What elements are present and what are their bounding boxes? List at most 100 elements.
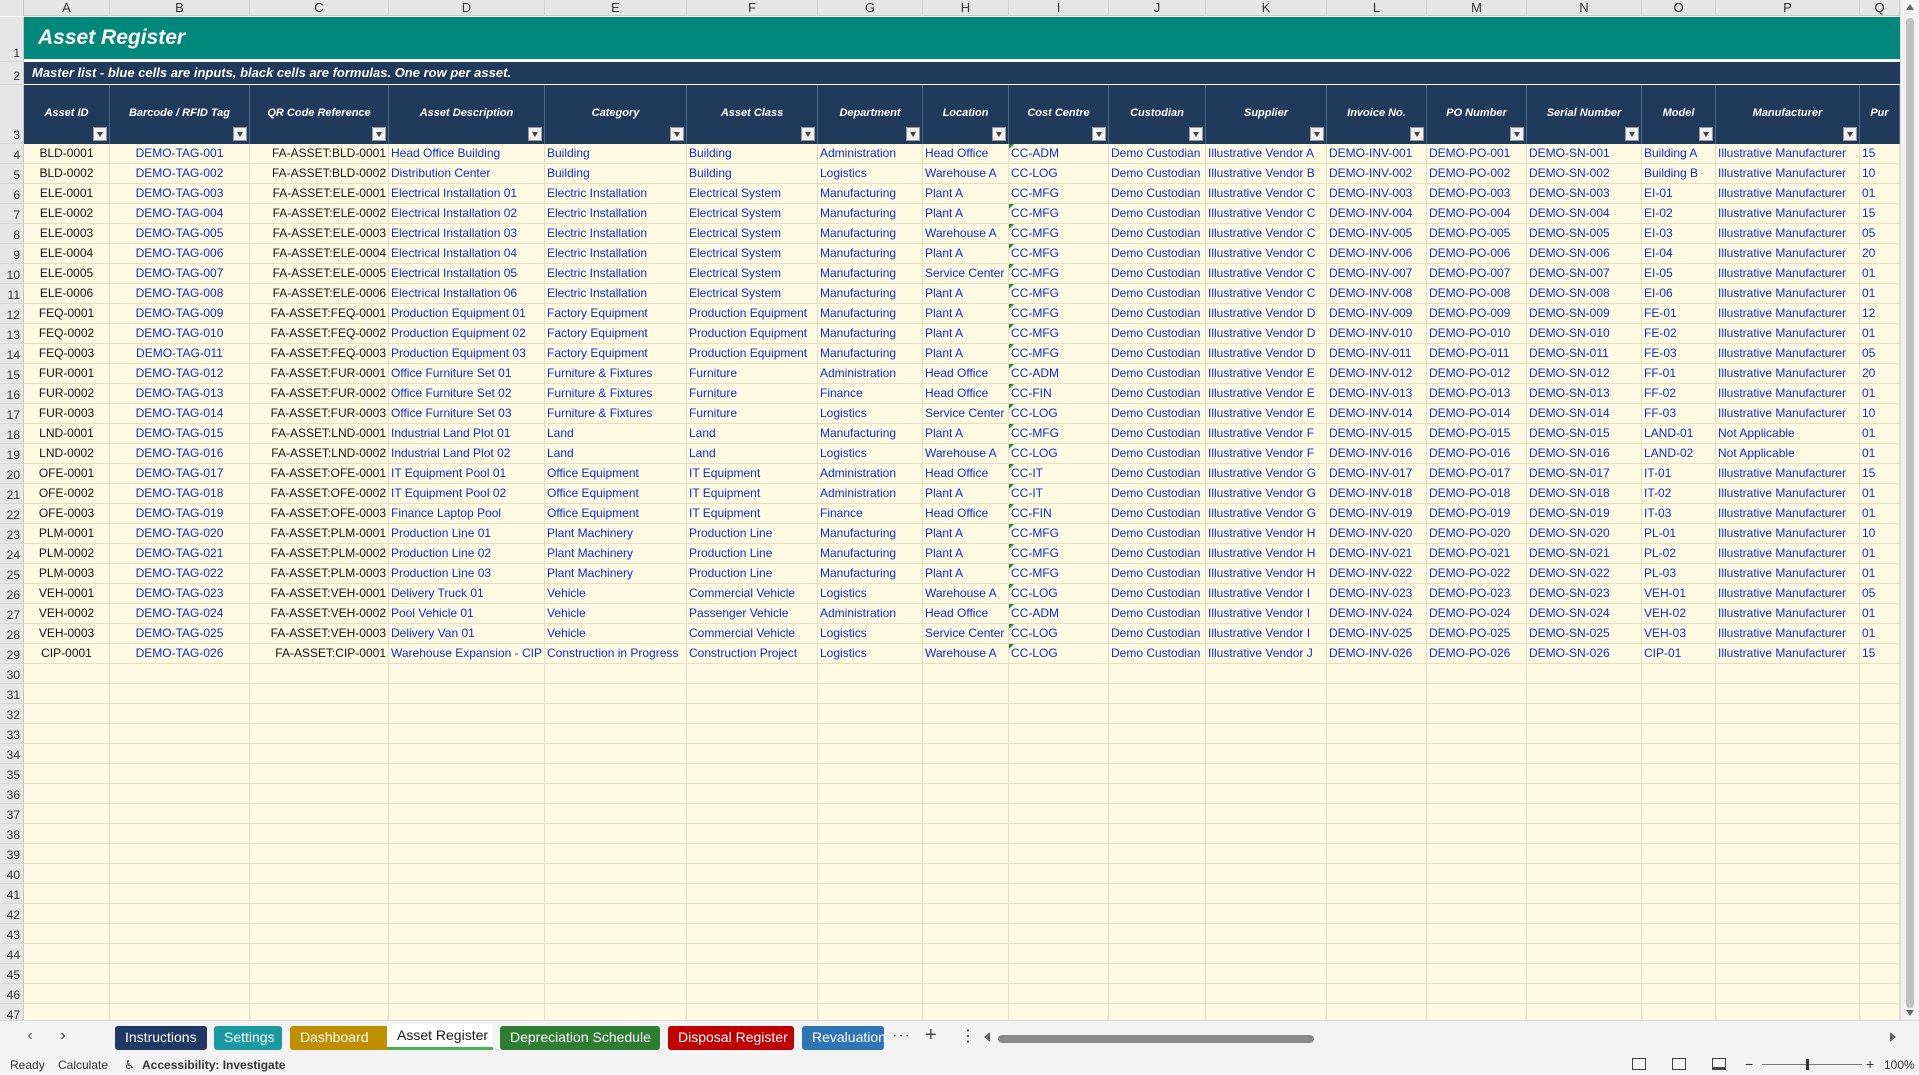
table-cell[interactable]: FA-ASSET:PLM-0003 (250, 564, 389, 584)
table-cell[interactable]: Plant A (923, 484, 1009, 504)
table-cell[interactable]: Illustrative Manufacturer (1716, 564, 1860, 584)
table-cell[interactable]: EI-04 (1642, 244, 1716, 264)
empty-cell[interactable] (389, 964, 545, 984)
column-header-e[interactable]: E (545, 0, 687, 16)
empty-cell[interactable] (389, 724, 545, 744)
table-cell[interactable]: Furniture & Fixtures (545, 384, 687, 404)
table-cell[interactable]: 01 (1860, 264, 1900, 284)
row-header[interactable]: 23 (0, 524, 24, 544)
table-cell[interactable]: Illustrative Vendor F (1206, 424, 1327, 444)
empty-cell[interactable] (1327, 984, 1427, 1004)
table-cell[interactable]: DEMO-SN-004 (1527, 204, 1642, 224)
table-cell[interactable]: Illustrative Manufacturer (1716, 604, 1860, 624)
filter-dropdown-icon[interactable] (1189, 127, 1203, 141)
table-cell[interactable]: VEH-01 (1642, 584, 1716, 604)
table-cell[interactable]: CC-FIN (1009, 384, 1109, 404)
table-cell[interactable]: DEMO-TAG-012 (110, 364, 250, 384)
table-cell[interactable]: Head Office (923, 364, 1009, 384)
empty-cell[interactable] (24, 924, 110, 944)
empty-cell[interactable] (1327, 844, 1427, 864)
empty-cell[interactable] (687, 964, 818, 984)
empty-cell[interactable] (1860, 664, 1900, 684)
table-cell[interactable]: Office Equipment (545, 484, 687, 504)
table-cell[interactable]: FF-01 (1642, 364, 1716, 384)
table-cell[interactable]: Plant A (923, 424, 1009, 444)
empty-cell[interactable] (923, 744, 1009, 764)
row-header[interactable]: 29 (0, 644, 24, 664)
empty-cell[interactable] (250, 744, 389, 764)
table-cell[interactable]: DEMO-TAG-021 (110, 544, 250, 564)
empty-cell[interactable] (1642, 804, 1716, 824)
empty-cell[interactable] (1642, 964, 1716, 984)
empty-cell[interactable] (1527, 864, 1642, 884)
select-all-corner[interactable] (0, 0, 24, 16)
table-cell[interactable]: 01 (1860, 484, 1900, 504)
table-cell[interactable]: FUR-0002 (24, 384, 110, 404)
tab-asset-register[interactable]: Asset Register (387, 1024, 493, 1050)
table-cell[interactable]: FF-03 (1642, 404, 1716, 424)
table-cell[interactable]: Industrial Land Plot 01 (389, 424, 545, 444)
empty-cell[interactable] (818, 864, 923, 884)
empty-cell[interactable] (1206, 964, 1327, 984)
empty-cell[interactable] (818, 724, 923, 744)
tab-revaluation[interactable]: Revaluation (802, 1026, 886, 1050)
empty-cell[interactable] (1109, 784, 1206, 804)
empty-cell[interactable] (250, 784, 389, 804)
table-cell[interactable]: PL-03 (1642, 564, 1716, 584)
empty-cell[interactable] (1527, 684, 1642, 704)
empty-cell[interactable] (1427, 804, 1527, 824)
empty-cell[interactable] (1527, 704, 1642, 724)
table-cell[interactable]: DEMO-INV-005 (1327, 224, 1427, 244)
error-indicator-icon[interactable] (1009, 464, 1014, 469)
error-indicator-icon[interactable] (1009, 524, 1014, 529)
empty-cell[interactable] (1327, 824, 1427, 844)
table-cell[interactable]: 15 (1860, 644, 1900, 664)
column-header-cell[interactable]: QR Code Reference (250, 85, 389, 144)
empty-cell[interactable] (24, 964, 110, 984)
filter-dropdown-icon[interactable] (801, 127, 815, 141)
empty-cell[interactable] (1206, 824, 1327, 844)
table-cell[interactable]: Demo Custodian (1109, 244, 1206, 264)
table-cell[interactable]: Illustrative Vendor A (1206, 144, 1327, 164)
error-indicator-icon[interactable] (1009, 484, 1014, 489)
error-indicator-icon[interactable] (1009, 544, 1014, 549)
table-cell[interactable]: DEMO-SN-024 (1527, 604, 1642, 624)
empty-cell[interactable] (687, 804, 818, 824)
table-cell[interactable]: IT Equipment (687, 464, 818, 484)
empty-cell[interactable] (1527, 964, 1642, 984)
table-cell[interactable]: Illustrative Manufacturer (1716, 144, 1860, 164)
table-cell[interactable]: Plant A (923, 204, 1009, 224)
table-cell[interactable]: FA-ASSET:FUR-0001 (250, 364, 389, 384)
empty-cell[interactable] (545, 944, 687, 964)
table-cell[interactable]: Furniture & Fixtures (545, 404, 687, 424)
table-cell[interactable]: PLM-0001 (24, 524, 110, 544)
table-cell[interactable]: DEMO-SN-017 (1527, 464, 1642, 484)
table-cell[interactable]: 05 (1860, 584, 1900, 604)
table-cell[interactable]: Production Line 02 (389, 544, 545, 564)
table-cell[interactable]: DEMO-SN-007 (1527, 264, 1642, 284)
empty-cell[interactable] (1427, 944, 1527, 964)
empty-cell[interactable] (24, 904, 110, 924)
filter-dropdown-icon[interactable] (906, 127, 920, 141)
empty-cell[interactable] (24, 784, 110, 804)
empty-cell[interactable] (1206, 884, 1327, 904)
table-cell[interactable]: EI-01 (1642, 184, 1716, 204)
empty-cell[interactable] (110, 924, 250, 944)
empty-cell[interactable] (250, 924, 389, 944)
table-cell[interactable]: Illustrative Manufacturer (1716, 344, 1860, 364)
table-cell[interactable]: Electrical Installation 06 (389, 284, 545, 304)
table-cell[interactable]: FA-ASSET:ELE-0001 (250, 184, 389, 204)
table-cell[interactable]: Illustrative Vendor D (1206, 304, 1327, 324)
table-cell[interactable]: DEMO-TAG-013 (110, 384, 250, 404)
table-cell[interactable]: PL-02 (1642, 544, 1716, 564)
table-cell[interactable]: FA-ASSET:ELE-0006 (250, 284, 389, 304)
empty-cell[interactable] (687, 784, 818, 804)
table-cell[interactable]: FA-ASSET:ELE-0004 (250, 244, 389, 264)
table-cell[interactable]: Demo Custodian (1109, 584, 1206, 604)
empty-cell[interactable] (545, 964, 687, 984)
row-header[interactable]: 39 (0, 844, 24, 864)
table-cell[interactable]: 01 (1860, 604, 1900, 624)
table-cell[interactable]: DEMO-TAG-005 (110, 224, 250, 244)
table-cell[interactable]: Building (687, 144, 818, 164)
column-header-l[interactable]: L (1327, 0, 1427, 16)
